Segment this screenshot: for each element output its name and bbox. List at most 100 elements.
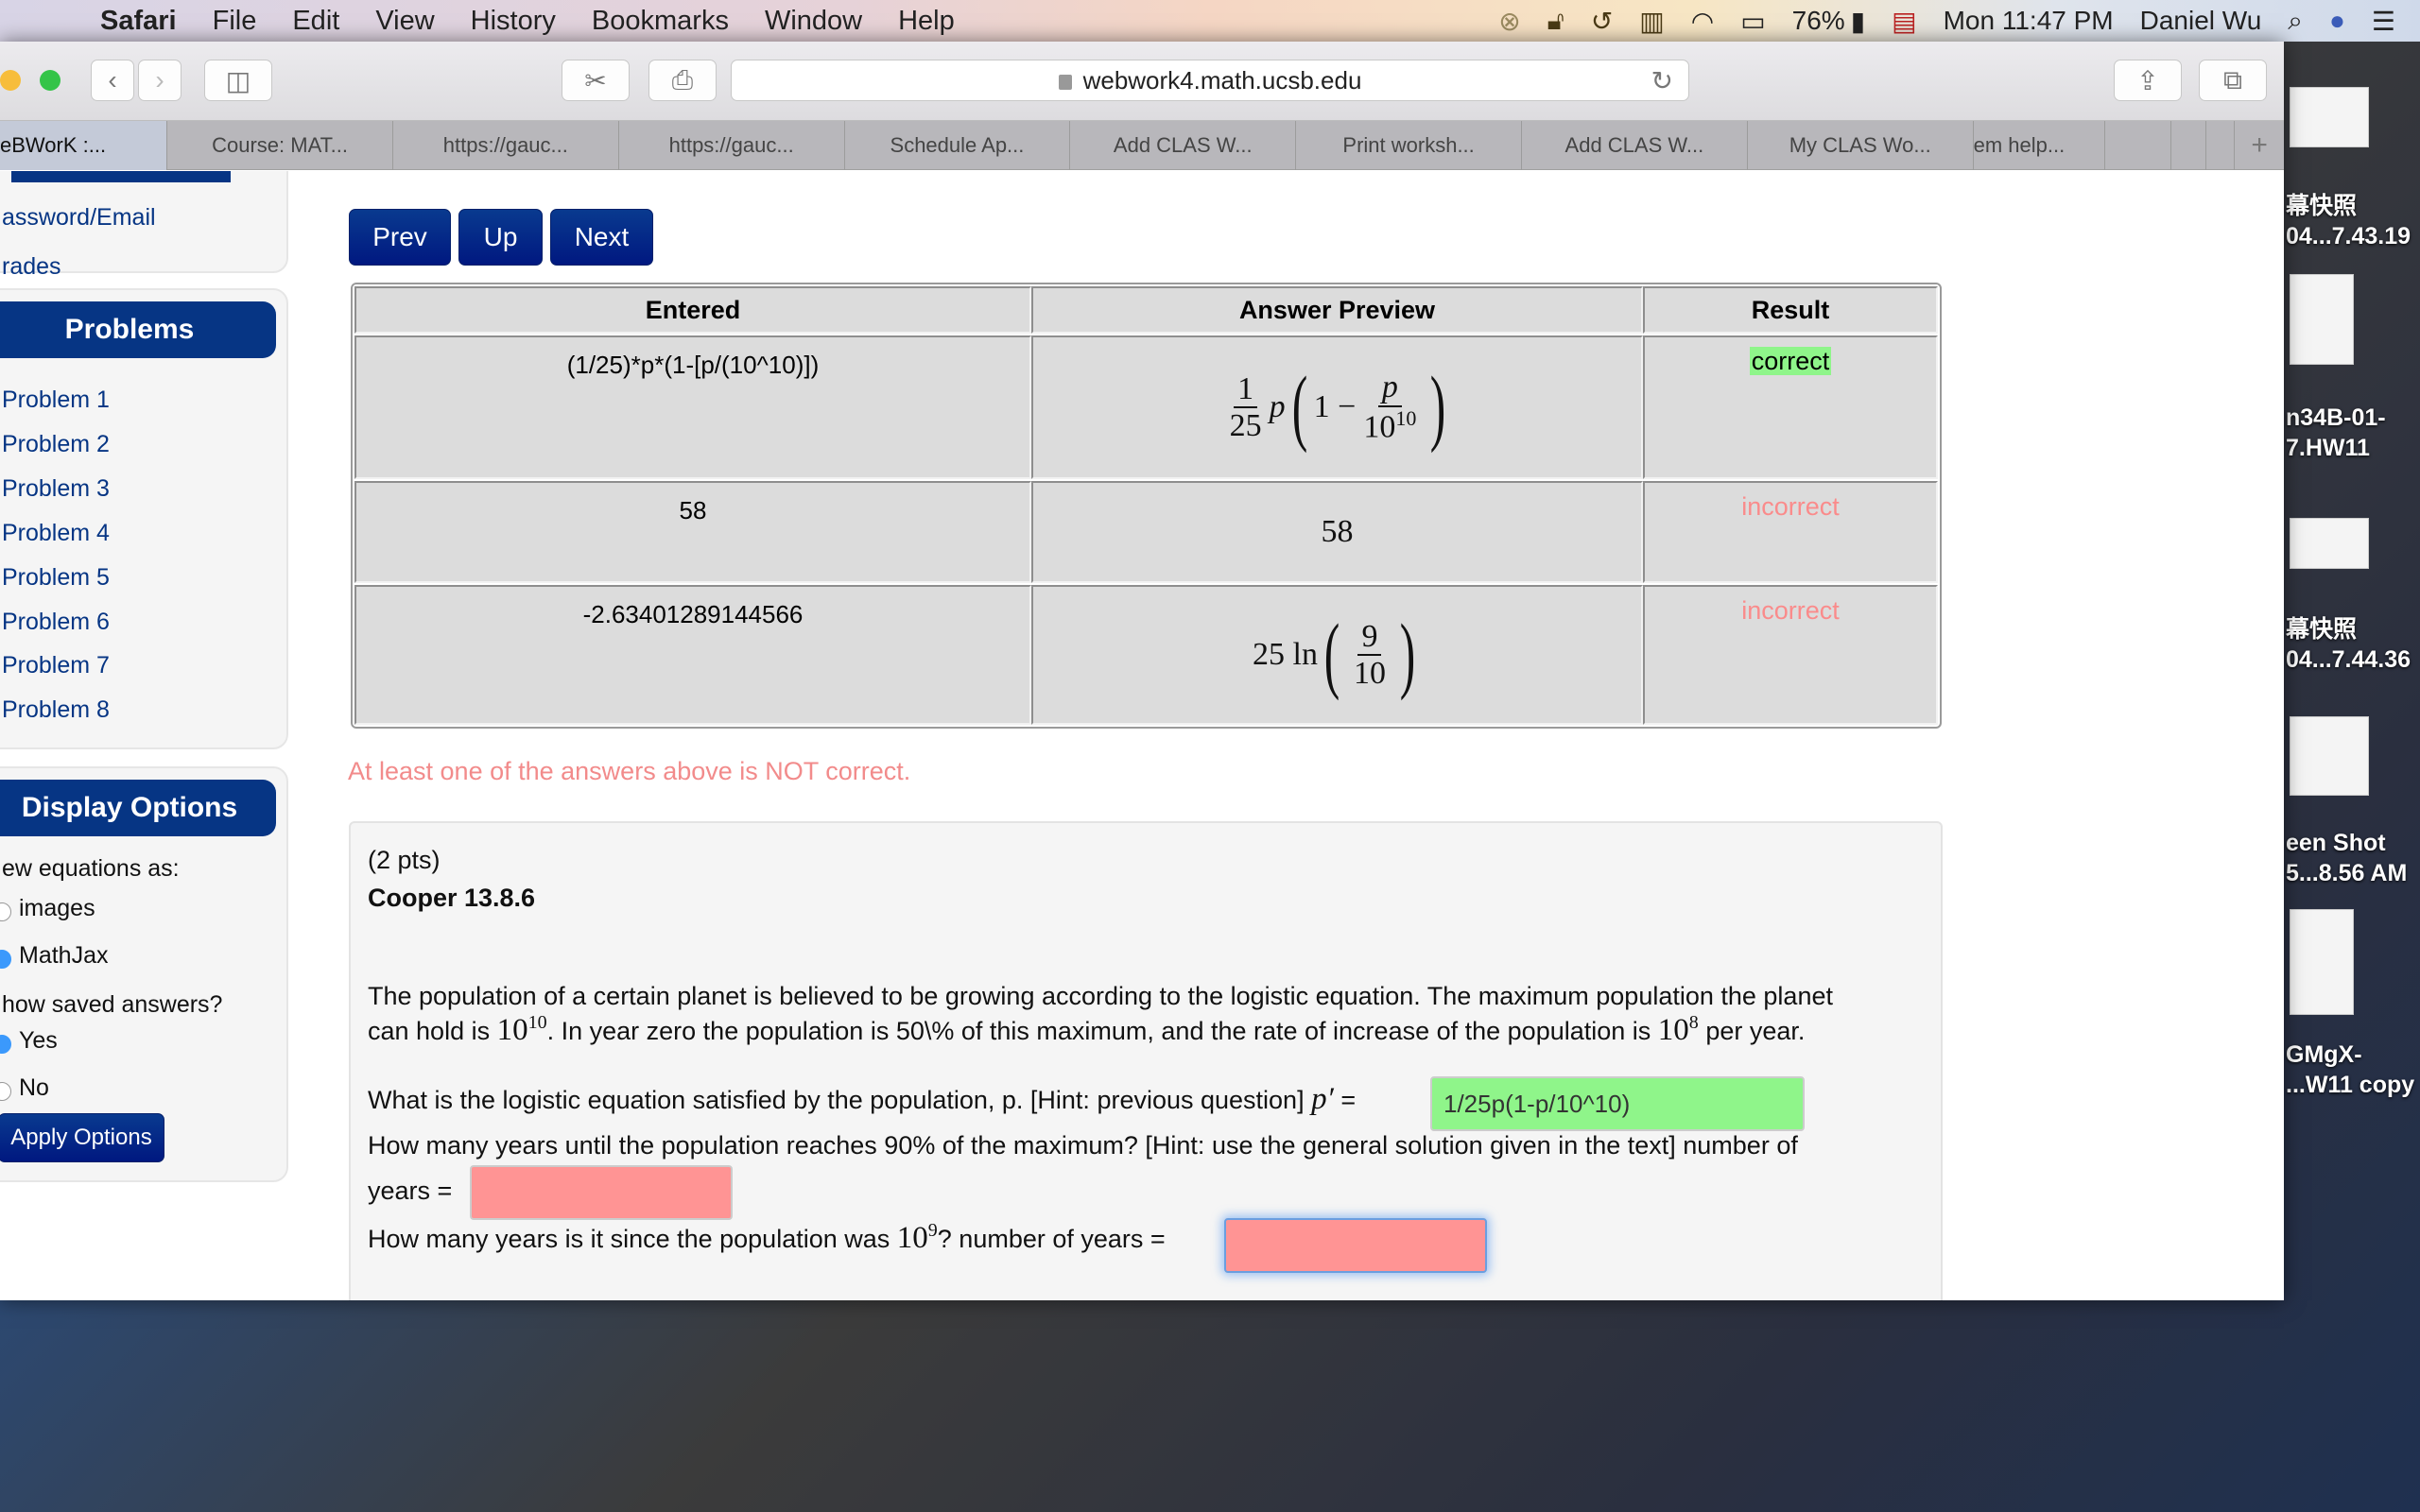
answer-2-input[interactable]	[470, 1165, 733, 1220]
user-name[interactable]: Daniel Wu	[2140, 6, 2262, 36]
radio-yes[interactable]	[0, 1035, 11, 1054]
preview-cell: 1 25 p(1 − p 1010)	[1031, 335, 1643, 479]
problem-link-7[interactable]: Problem 7	[2, 652, 110, 679]
column-header-entered: Entered	[354, 286, 1031, 334]
problem-link-5[interactable]: Problem 5	[2, 564, 110, 592]
problem-link-1[interactable]: Problem 1	[2, 387, 110, 414]
math-paren: )	[1399, 608, 1416, 701]
zoom-button[interactable]	[40, 70, 60, 91]
math-ten-ten: 1010	[496, 1012, 547, 1047]
up-button[interactable]: Up	[458, 209, 543, 266]
answer-1-input[interactable]: 1/25p(1-p/10^10)	[1430, 1076, 1805, 1131]
tab-add-clas-1[interactable]: Add CLAS W...	[1070, 121, 1297, 170]
tab-extra-2[interactable]	[2171, 121, 2207, 170]
us-flag-icon[interactable]: ▤	[1892, 6, 1916, 37]
problem-link-3[interactable]: Problem 3	[2, 475, 110, 503]
desktop-file-label[interactable]: 幕快照 04...7.43.19	[2286, 191, 2411, 251]
notification-center-icon[interactable]: ☰	[2372, 6, 2395, 37]
desktop-file-thumbnail[interactable]	[2290, 274, 2354, 365]
problem-link-6[interactable]: Problem 6	[2, 609, 110, 636]
wifi-icon[interactable]: ◠	[1691, 6, 1714, 37]
tab-gauchospace-2[interactable]: https://gauc...	[619, 121, 845, 170]
secure-lock-icon	[1058, 75, 1072, 90]
menu-file[interactable]: File	[213, 6, 257, 37]
print-button[interactable]: ⎙	[648, 60, 717, 101]
share-button[interactable]: ⇪	[2114, 60, 2182, 101]
radio-mathjax[interactable]	[0, 950, 11, 969]
tab-print-worksheet[interactable]: Print worksh...	[1296, 121, 1522, 170]
menu-help[interactable]: Help	[898, 6, 955, 37]
tabs-overview-button[interactable]: ⧉	[2199, 60, 2267, 101]
prev-button[interactable]: Prev	[349, 209, 451, 266]
lock-icon[interactable]: 🔓︎	[1547, 6, 1564, 37]
problem-link-4[interactable]: Problem 4	[2, 520, 110, 547]
tab-gauchospace-1[interactable]: https://gauc...	[393, 121, 619, 170]
menu-history[interactable]: History	[471, 6, 556, 37]
problem-title: Cooper 13.8.6	[368, 884, 536, 912]
sidebar-link-grades[interactable]: rades	[2, 253, 61, 281]
question-2-line2: years =	[368, 1177, 453, 1205]
apply-options-button[interactable]: Apply Options	[0, 1113, 164, 1162]
battery-percent[interactable]: 76%	[1792, 6, 1845, 36]
menu-edit[interactable]: Edit	[292, 6, 339, 37]
menu-app-name[interactable]: Safari	[100, 6, 177, 37]
radio-no[interactable]	[0, 1082, 11, 1101]
desktop-file-thumbnail[interactable]	[2290, 87, 2369, 147]
spotlight-icon[interactable]: ⌕	[2288, 6, 2303, 37]
problems-heading: Problems	[0, 301, 276, 358]
new-tab-button[interactable]: +	[2235, 121, 2284, 170]
radio-images[interactable]	[0, 902, 11, 921]
problem-link-2[interactable]: Problem 2	[2, 431, 110, 458]
airplay-icon[interactable]: ▭	[1740, 6, 1765, 37]
tab-help[interactable]: em help...	[1974, 121, 2105, 170]
next-button[interactable]: Next	[550, 209, 653, 266]
math-fraction: p 1010	[1363, 369, 1417, 445]
tab-course[interactable]: Course: MAT...	[167, 121, 393, 170]
tab-schedule[interactable]: Schedule Ap...	[845, 121, 1071, 170]
radio-images-label: images	[19, 895, 95, 921]
address-bar[interactable]: webwork4.math.ucsb.edu ↻	[731, 60, 1689, 101]
battery-icon[interactable]: ▮	[1851, 6, 1865, 37]
tab-add-clas-2[interactable]: Add CLAS W...	[1522, 121, 1748, 170]
url-text: webwork4.math.ucsb.edu	[1082, 65, 1362, 94]
menu-view[interactable]: View	[375, 6, 434, 37]
sidebar-toggle-button[interactable]: ◫	[204, 60, 272, 101]
memory-icon[interactable]: ▥	[1639, 6, 1664, 37]
desktop-file-thumbnail[interactable]	[2290, 909, 2354, 1015]
problem-box: (2 pts) Cooper 13.8.6 The population of …	[349, 821, 1943, 1300]
question-1: What is the logistic equation satisfied …	[368, 1082, 1357, 1116]
text-segment: . In year zero the population is 50\% of…	[546, 1017, 1651, 1045]
clock[interactable]: Mon 11:47 PM	[1944, 6, 2114, 36]
math-p-prime: p′	[1311, 1082, 1334, 1116]
clip-button[interactable]: ✂	[562, 60, 630, 101]
desktop-file-thumbnail[interactable]	[2290, 518, 2369, 569]
minimize-button[interactable]	[0, 70, 21, 91]
creative-cloud-icon[interactable]: ⊗	[1498, 6, 1520, 37]
sidebar-link-password[interactable]: assword/Email	[2, 204, 156, 232]
browser-toolbar: ‹ › ◫ ✂ ⎙ webwork4.math.ucsb.edu ↻ ⇪ ⧉	[0, 42, 2284, 121]
question-3-text: How many years is it since the populatio…	[368, 1225, 890, 1253]
desktop-file-label[interactable]: n34B-01- 7.HW11	[2286, 403, 2386, 463]
siri-icon[interactable]: ●	[2329, 6, 2345, 36]
back-button[interactable]: ‹	[91, 60, 134, 101]
math-ten-nine: 109	[896, 1220, 938, 1255]
desktop-file-label[interactable]: GMgX- ...W11 copy	[2286, 1040, 2414, 1100]
entered-cell: 58	[354, 481, 1031, 583]
desktop-file-label[interactable]: 幕快照 04...7.44.36	[2286, 614, 2411, 675]
answer-3-input[interactable]	[1224, 1218, 1487, 1273]
problem-points: (2 pts)	[368, 846, 441, 874]
menu-bookmarks[interactable]: Bookmarks	[592, 6, 729, 37]
tab-webwork[interactable]: eBWorK :...	[0, 121, 168, 170]
desktop-file-label[interactable]: een Shot 5...8.56 AM	[2286, 828, 2407, 888]
tab-extra-1[interactable]	[2105, 121, 2171, 170]
column-header-preview: Answer Preview	[1031, 286, 1643, 334]
forward-button[interactable]: ›	[138, 60, 182, 101]
reload-icon[interactable]: ↻	[1651, 65, 1673, 96]
time-machine-icon[interactable]: ↺	[1591, 6, 1613, 37]
desktop-file-thumbnail[interactable]	[2290, 716, 2369, 796]
problem-link-8[interactable]: Problem 8	[2, 696, 110, 724]
problem-text-line1: The population of a certain planet is be…	[368, 982, 1833, 1010]
menu-window[interactable]: Window	[765, 6, 862, 37]
tab-extra-3[interactable]	[2206, 121, 2236, 170]
tab-my-clas[interactable]: My CLAS Wo...	[1748, 121, 1974, 170]
